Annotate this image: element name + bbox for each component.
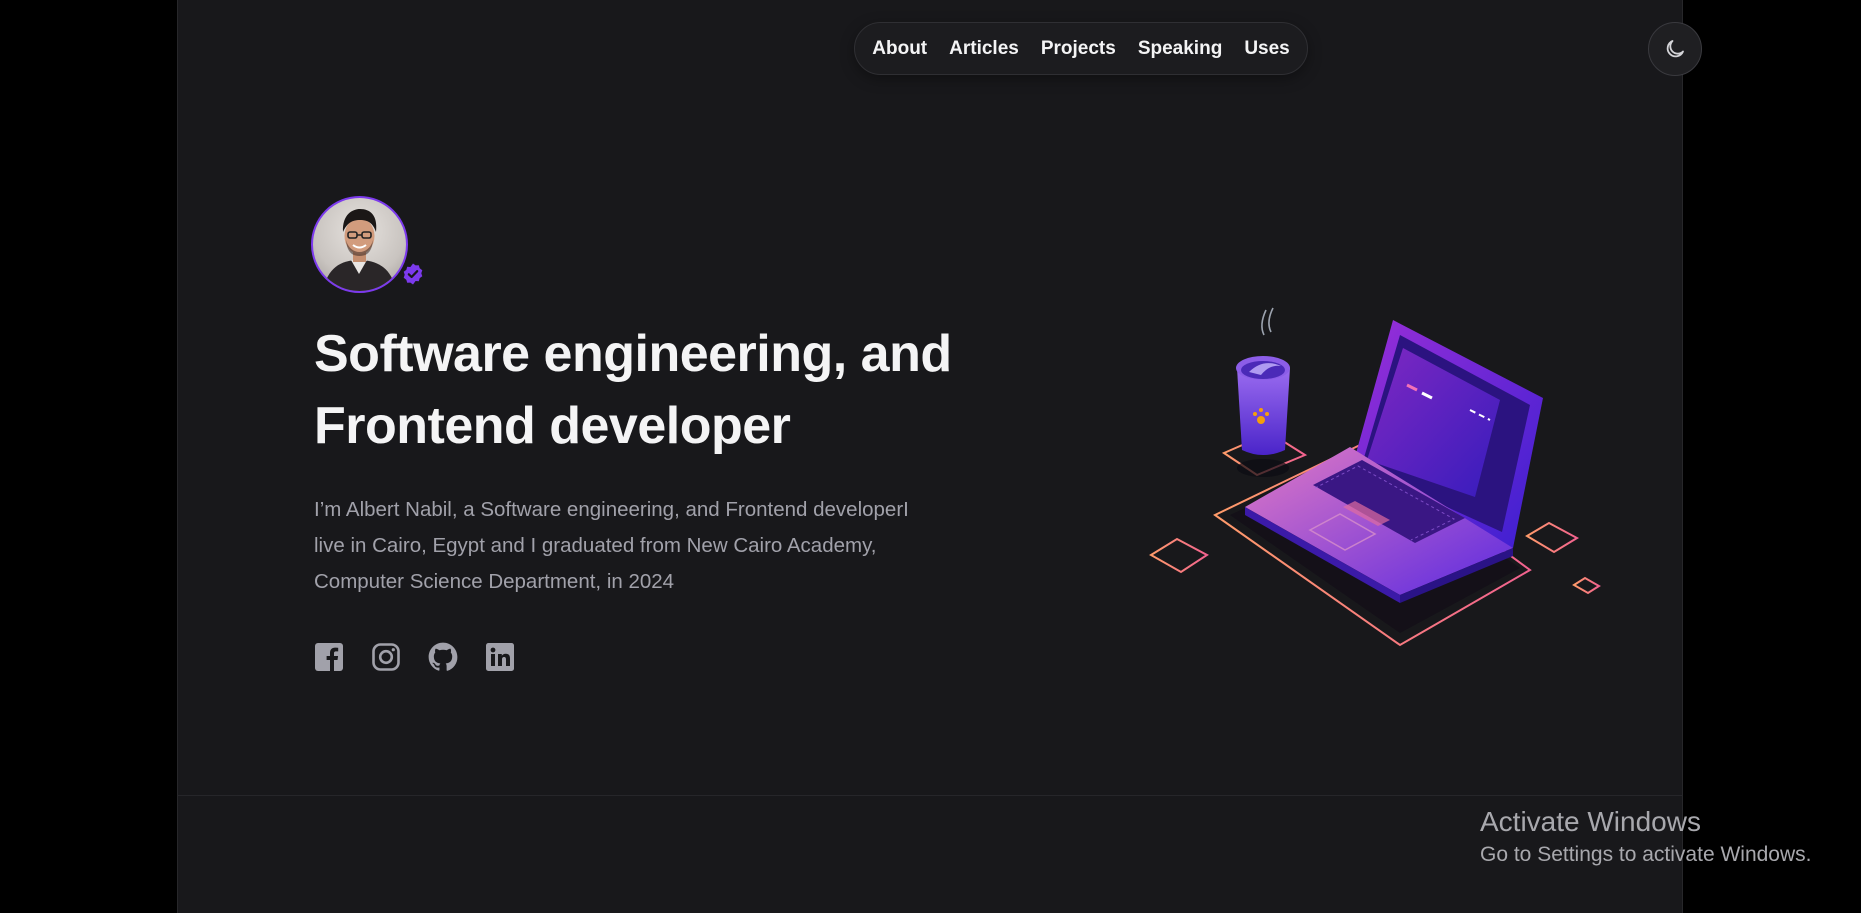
moon-icon xyxy=(1666,40,1684,58)
avatar xyxy=(311,196,408,293)
instagram-link[interactable] xyxy=(371,642,401,672)
theme-toggle-button[interactable] xyxy=(1648,22,1702,76)
nav-item-projects[interactable]: Projects xyxy=(1041,38,1116,60)
avatar-portrait xyxy=(323,209,396,291)
bio-text: I’m Albert Nabil, a Software engineering… xyxy=(314,492,974,600)
github-link[interactable] xyxy=(428,642,458,672)
main-navigation: About Articles Projects Speaking Uses xyxy=(854,22,1308,75)
bio-line-2: live in Cairo, Egypt and I graduated fro… xyxy=(314,534,877,557)
title-line-1: Software engineering, and xyxy=(314,325,952,383)
facebook-icon xyxy=(315,643,343,671)
bio-line-3: Computer Science Department, in 2024 xyxy=(314,570,675,593)
facebook-link[interactable] xyxy=(314,642,344,672)
social-links xyxy=(314,642,515,672)
github-icon xyxy=(428,642,458,671)
instagram-icon xyxy=(372,643,400,671)
bio-line-1: I’m Albert Nabil, a Software engineering… xyxy=(314,498,909,521)
nav-item-about[interactable]: About xyxy=(872,38,927,60)
watermark-title: Activate Windows xyxy=(1480,806,1701,837)
linkedin-icon xyxy=(486,643,514,671)
verified-badge-icon xyxy=(403,263,423,285)
page-title: Software engineering, and Frontend devel… xyxy=(314,318,1034,462)
avatar-wrapper xyxy=(311,196,423,293)
nav-item-speaking[interactable]: Speaking xyxy=(1138,38,1222,60)
windows-activation-watermark: Activate Windows Go to Settings to activ… xyxy=(1480,804,1812,870)
nav-item-uses[interactable]: Uses xyxy=(1244,38,1289,60)
section-divider xyxy=(177,795,1683,796)
nav-item-articles[interactable]: Articles xyxy=(949,38,1019,60)
linkedin-link[interactable] xyxy=(485,642,515,672)
laptop-coffee-illustration xyxy=(1149,307,1601,647)
title-line-2: Frontend developer xyxy=(314,397,791,455)
watermark-subtitle: Go to Settings to activate Windows. xyxy=(1480,843,1812,866)
